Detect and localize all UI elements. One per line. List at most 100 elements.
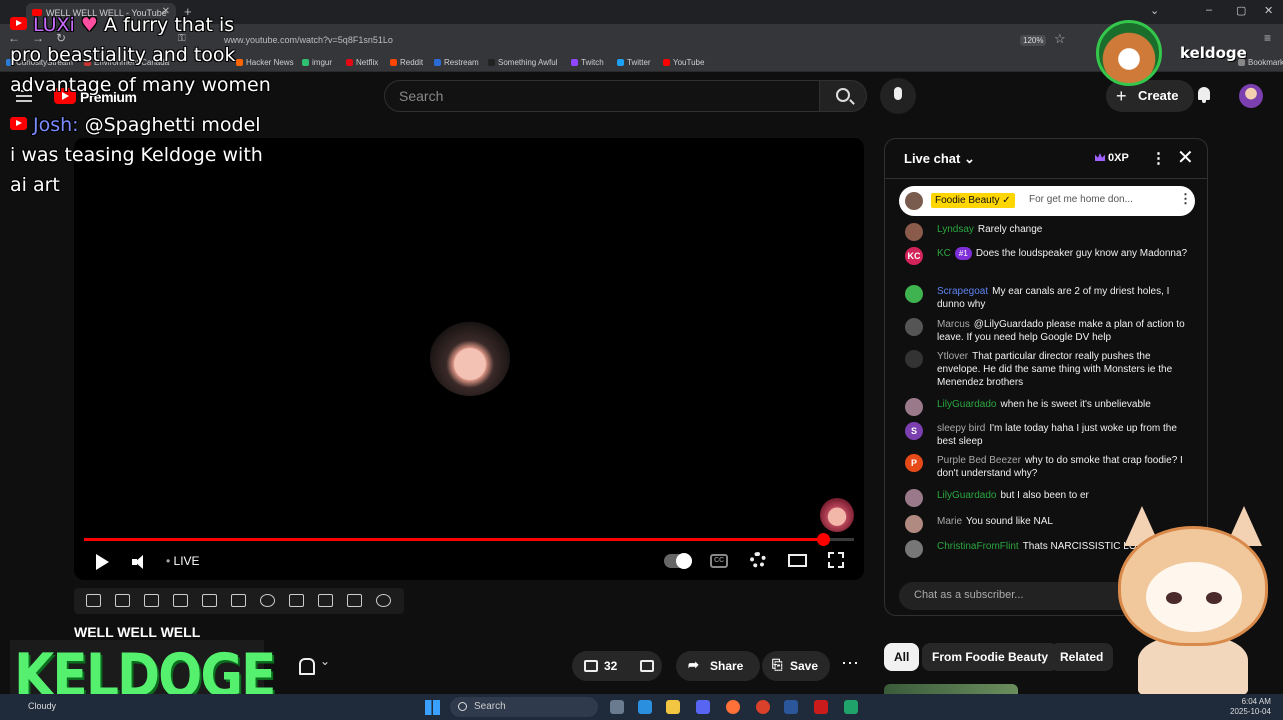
maximize-icon[interactable]: ▢ xyxy=(1236,4,1246,17)
chat-author[interactable]: Marcus xyxy=(937,319,970,330)
pinned-message[interactable]: Foodie Beauty ✓ For get me home don... ⋮ xyxy=(899,186,1195,216)
search-button[interactable] xyxy=(819,80,867,112)
chat-author[interactable]: ChristinaFromFlint xyxy=(937,541,1019,552)
thumbs-up-icon[interactable] xyxy=(584,660,598,672)
clip-icon[interactable] xyxy=(173,594,188,607)
chat-author[interactable]: sleepy bird xyxy=(937,423,985,434)
taskbar-clock[interactable]: 6:04 AM 2025-10-04 xyxy=(1230,697,1271,717)
progress-bar[interactable] xyxy=(84,533,854,546)
copilot-icon[interactable] xyxy=(638,700,652,714)
discord-icon[interactable] xyxy=(696,700,710,714)
bookmark-item[interactable]: Twitch xyxy=(571,58,604,67)
chat-avatar[interactable] xyxy=(905,398,923,416)
chat-message[interactable]: KC KC #1 Does the loudspeaker guy know any … xyxy=(905,247,1195,265)
word-icon[interactable] xyxy=(784,700,798,714)
zoom-level[interactable]: 120% xyxy=(1020,35,1047,46)
live-chat-dropdown[interactable]: Live chat ⌄ xyxy=(904,151,975,167)
chat-menu-icon[interactable]: ⋮ xyxy=(1151,149,1166,167)
share-button[interactable]: ➦ Share xyxy=(676,651,760,681)
chat-avatar[interactable] xyxy=(905,223,923,241)
chat-author[interactable]: KC xyxy=(937,248,951,259)
chat-avatar[interactable] xyxy=(905,515,923,533)
obs-icon[interactable] xyxy=(844,700,858,714)
picture-in-picture-icon[interactable] xyxy=(202,594,217,607)
chat-message[interactable]: Marcus @LilyGuardado please make a plan o… xyxy=(905,318,1195,344)
chat-author[interactable]: LilyGuardado xyxy=(937,399,996,410)
video-player[interactable]: LIVE CC xyxy=(74,138,864,580)
weather-widget[interactable]: Cloudy xyxy=(28,701,56,711)
like-count[interactable]: 32 xyxy=(604,659,617,673)
chat-message[interactable]: Scrapegoat My ear canals are 2 of my drie… xyxy=(905,285,1195,311)
chat-author[interactable]: Scrapegoat xyxy=(937,286,988,297)
taskbar-search[interactable]: Search xyxy=(450,697,598,717)
bookmark-item[interactable]: Twitter xyxy=(617,58,651,67)
related-video-thumbnail[interactable] xyxy=(884,684,1018,694)
chat-author[interactable]: Marie xyxy=(937,516,962,527)
bookmark-item[interactable]: imgur xyxy=(302,58,332,67)
chat-message[interactable]: LilyGuardado but I also been to er xyxy=(905,489,1195,507)
chip-from-foodie-beauty[interactable]: From Foodie Beauty xyxy=(922,643,1059,671)
pinned-menu-icon[interactable]: ⋮ xyxy=(1179,191,1192,207)
chat-avatar[interactable] xyxy=(905,350,923,368)
bookmark-item[interactable]: Reddit xyxy=(390,58,423,67)
loop-icon[interactable] xyxy=(86,594,101,607)
video-filter-icon[interactable] xyxy=(144,594,159,607)
volume-icon[interactable] xyxy=(132,555,148,569)
url-field[interactable]: www.youtube.com/watch?v=5q8F1sn51Lo xyxy=(224,35,393,45)
chat-avatar[interactable]: KC xyxy=(905,247,923,265)
keyboard-icon[interactable] xyxy=(347,594,362,607)
windows-start-icon[interactable] xyxy=(425,700,440,715)
speed-icon[interactable] xyxy=(260,594,275,607)
save-button[interactable]: ⎘ Save xyxy=(762,651,830,681)
chat-author[interactable]: LilyGuardado xyxy=(937,490,996,501)
notifications-bell-icon[interactable] xyxy=(1196,87,1212,103)
browser-menu-icon[interactable]: ≡ xyxy=(1264,31,1271,45)
chat-avatar[interactable] xyxy=(905,285,923,303)
autoplay-toggle[interactable] xyxy=(664,553,692,569)
chip-all[interactable]: All xyxy=(884,643,920,671)
firefox-icon[interactable] xyxy=(726,700,740,714)
chat-avatar[interactable] xyxy=(905,489,923,507)
task-view-icon[interactable] xyxy=(610,700,624,714)
progress-scrubber[interactable] xyxy=(817,533,831,546)
bookmark-item[interactable]: Netflix xyxy=(346,58,378,67)
thumbs-down-icon[interactable] xyxy=(640,660,654,672)
subscription-bell-icon[interactable] xyxy=(297,658,315,675)
chat-message[interactable]: LilyGuardado when he is sweet it's unbeli… xyxy=(905,398,1195,416)
bookmark-star-icon[interactable]: ☆ xyxy=(1054,31,1066,47)
fullscreen-icon[interactable] xyxy=(828,552,844,568)
minimize-icon[interactable]: – xyxy=(1206,4,1212,16)
add-icon[interactable] xyxy=(289,594,304,607)
chat-avatar[interactable]: P xyxy=(905,454,923,472)
more-actions-icon[interactable]: ⋯ xyxy=(836,651,864,681)
media-player-icon[interactable] xyxy=(814,700,828,714)
audio-icon[interactable] xyxy=(115,594,130,607)
chevron-down-icon[interactable]: ⌄ xyxy=(320,654,330,668)
chat-author[interactable]: Lyndsay xyxy=(937,224,974,235)
chat-author[interactable]: Purple Bed Beezer xyxy=(937,455,1021,466)
xp-badge[interactable]: 0XP xyxy=(1095,152,1129,164)
tab-list-icon[interactable]: ⌄ xyxy=(1150,4,1159,17)
chat-message[interactable]: Ytlover That particular director really p… xyxy=(905,350,1195,389)
account-avatar[interactable] xyxy=(1239,84,1263,108)
settings-gear-icon[interactable] xyxy=(750,552,766,568)
search-input[interactable]: Search xyxy=(384,80,820,112)
extension-settings-icon[interactable] xyxy=(376,594,391,607)
live-indicator[interactable]: LIVE xyxy=(166,554,200,568)
chat-message[interactable]: Lyndsay Rarely change xyxy=(905,223,1195,241)
chat-author[interactable]: Ytlover xyxy=(937,351,968,362)
voice-search-button[interactable] xyxy=(880,78,916,114)
chip-related[interactable]: Related xyxy=(1050,643,1114,671)
play-icon[interactable] xyxy=(96,554,109,570)
bookmark-item[interactable]: Hacker News xyxy=(236,58,294,67)
bookmark-item[interactable]: Something Awful xyxy=(488,58,557,67)
captions-icon[interactable]: CC xyxy=(710,554,728,568)
chat-avatar[interactable]: S xyxy=(905,422,923,440)
bookmark-item[interactable]: YouTube xyxy=(663,58,704,67)
crop-icon[interactable] xyxy=(231,594,246,607)
screenshot-camera-icon[interactable] xyxy=(318,594,333,607)
bookmark-item[interactable]: Restream xyxy=(434,58,479,67)
chat-message[interactable]: Ssleepy bird I'm late today haha I just w… xyxy=(905,422,1195,448)
chat-avatar[interactable] xyxy=(905,318,923,336)
close-chat-icon[interactable]: ✕ xyxy=(1177,145,1194,170)
